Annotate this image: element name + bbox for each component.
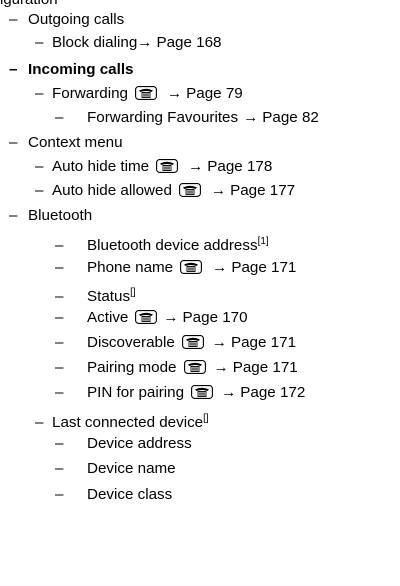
menu-item-bluetooth-device-address: – Bluetooth device address[1]	[55, 230, 269, 254]
arrow-right-icon: →	[211, 334, 227, 351]
menu-item-phone-name: – Phone name → Page 171	[55, 256, 296, 279]
menu-item-status: – Status[]	[55, 281, 136, 305]
phone-icon	[181, 335, 204, 349]
menu-item-discoverable: – Discoverable → Page 171	[55, 331, 296, 354]
list-dash: –	[55, 259, 64, 276]
menu-item-pin-for-pairing: – PIN for pairing → Page 172	[55, 381, 305, 404]
menu-item-device-address: – Device address	[55, 432, 192, 455]
footnote-marker: [1]	[257, 236, 269, 247]
item-label: Bluetooth device address	[87, 237, 258, 254]
menu-item-context-menu: – Context menu	[9, 131, 123, 154]
menu-item-forwarding-favourites: – Forwarding Favourites → Page 82	[55, 106, 319, 129]
item-label: Incoming calls	[28, 61, 134, 78]
item-label: Device name	[87, 460, 176, 477]
menu-item-pairing-mode: – Pairing mode → Page 171	[55, 356, 298, 379]
page-reference: Page 82	[262, 109, 319, 126]
arrow-right-icon: →	[163, 309, 179, 326]
item-label: Device class	[87, 486, 173, 503]
list-dash: –	[9, 207, 18, 224]
page-reference: Page 177	[230, 182, 296, 199]
phone-icon	[135, 310, 158, 324]
arrow-right-icon: →	[213, 359, 229, 376]
list-dash: –	[35, 85, 44, 102]
item-label: Context menu	[28, 134, 123, 151]
page-reference: Page 172	[240, 384, 306, 401]
list-dash: –	[55, 334, 64, 351]
list-dash: –	[9, 61, 18, 78]
menu-item-auto-hide-time: – Auto hide time → Page 178	[35, 155, 272, 178]
menu-item-active: – Active → Page 170	[55, 306, 248, 329]
page-reference: Page 178	[207, 158, 273, 175]
list-dash: –	[55, 435, 64, 452]
menu-item-device-class: – Device class	[55, 483, 172, 506]
list-dash: –	[35, 182, 44, 199]
menu-item-bluetooth: – Bluetooth	[9, 204, 92, 227]
phone-icon	[178, 183, 201, 197]
arrow-right-icon: →	[137, 34, 153, 51]
item-label: Pairing mode	[87, 359, 177, 376]
item-label: Discoverable	[87, 334, 175, 351]
phone-icon	[180, 260, 203, 274]
phone-icon	[183, 360, 206, 374]
list-dash: –	[35, 34, 44, 51]
list-dash: –	[55, 460, 64, 477]
list-dash: –	[55, 359, 64, 376]
list-dash: –	[55, 384, 64, 401]
list-dash: –	[9, 11, 18, 28]
item-label: Phone name	[87, 259, 174, 276]
list-dash: –	[55, 109, 64, 126]
item-label: Auto hide allowed	[52, 182, 172, 199]
list-dash: –	[55, 486, 64, 503]
page-reference: Page 79	[186, 85, 243, 102]
page-reference: Page 171	[231, 259, 297, 276]
menu-item-incoming-calls: – Incoming calls	[9, 58, 134, 81]
footnote-marker: []	[130, 287, 136, 298]
menu-item-device-name: – Device name	[55, 457, 176, 480]
list-dash: –	[55, 288, 64, 305]
arrow-right-icon: →	[221, 384, 237, 401]
arrow-right-icon: →	[188, 158, 204, 175]
item-label: Active	[87, 309, 129, 326]
item-label: Forwarding	[52, 85, 128, 102]
item-label: Outgoing calls	[28, 11, 125, 28]
arrow-right-icon: →	[243, 109, 259, 126]
phone-icon	[191, 385, 214, 399]
page-reference: Page 171	[230, 334, 297, 351]
menu-item-forwarding: – Forwarding → Page 79	[35, 82, 243, 105]
menu-item-outgoing-calls: – Outgoing calls	[9, 8, 124, 31]
phone-icon	[135, 86, 157, 100]
page-reference: Page 168	[156, 34, 222, 51]
page-reference: Page 170	[182, 309, 248, 326]
list-dash: –	[35, 158, 44, 175]
list-dash: –	[9, 134, 18, 151]
item-label: Bluetooth	[28, 207, 93, 224]
menu-item-last-connected-device: – Last connected device[]	[35, 407, 209, 431]
menu-item-auto-hide-allowed: – Auto hide allowed → Page 177	[35, 179, 295, 202]
item-label: Auto hide time	[52, 158, 150, 175]
footnote-marker: []	[203, 413, 209, 424]
item-label: Block dialing	[52, 34, 138, 51]
list-dash: –	[55, 237, 64, 254]
item-label: Forwarding Favourites	[87, 109, 239, 126]
page-reference: Page 171	[232, 359, 298, 376]
arrow-right-icon: →	[166, 85, 183, 102]
item-label: PIN for pairing	[87, 384, 185, 401]
item-label: Last connected device	[52, 414, 204, 431]
arrow-right-icon: →	[210, 182, 227, 199]
item-label: Device address	[87, 435, 192, 452]
list-dash: –	[55, 309, 64, 326]
menu-item-block-dialing: – Block dialing→ Page 168	[35, 31, 222, 54]
item-label: Status	[87, 288, 131, 305]
arrow-right-icon: →	[212, 259, 228, 276]
list-dash: –	[35, 414, 44, 431]
phone-icon	[156, 159, 179, 173]
